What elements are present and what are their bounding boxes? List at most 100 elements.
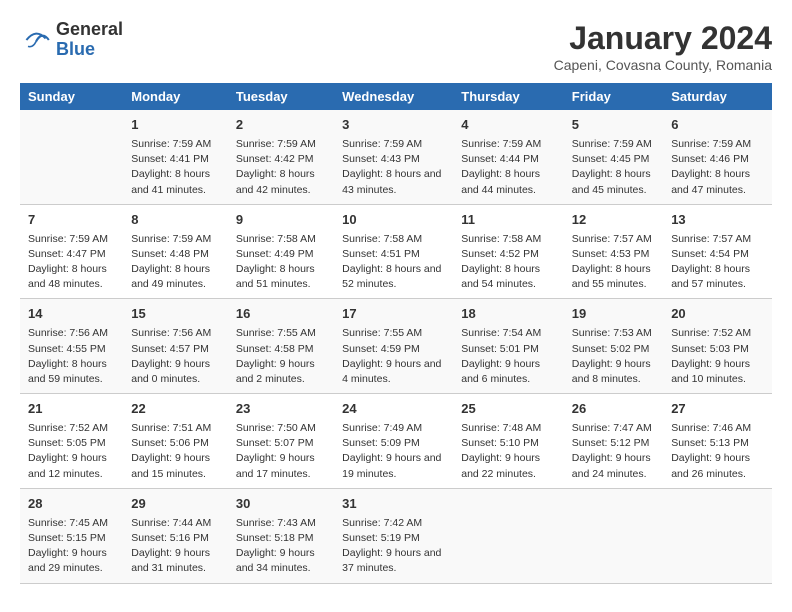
day-sunrise: Sunrise: 7:50 AM	[236, 421, 326, 436]
day-number: 4	[461, 116, 556, 135]
day-cell: 22 Sunrise: 7:51 AM Sunset: 5:06 PM Dayl…	[123, 394, 228, 489]
day-sunset: Sunset: 4:45 PM	[572, 152, 655, 167]
day-number: 5	[572, 116, 655, 135]
day-number: 2	[236, 116, 326, 135]
logo-general: General	[56, 20, 123, 40]
day-sunrise: Sunrise: 7:59 AM	[572, 137, 655, 152]
day-sunrise: Sunrise: 7:59 AM	[671, 137, 764, 152]
day-sunset: Sunset: 5:18 PM	[236, 531, 326, 546]
logo: General Blue	[20, 20, 123, 60]
day-cell	[663, 488, 772, 583]
day-daylight: Daylight: 9 hours and 37 minutes.	[342, 546, 445, 576]
day-sunset: Sunset: 4:52 PM	[461, 247, 556, 262]
col-header-sunday: Sunday	[20, 83, 123, 110]
day-number: 16	[236, 305, 326, 324]
day-cell: 11 Sunrise: 7:58 AM Sunset: 4:52 PM Dayl…	[453, 204, 564, 299]
day-cell: 14 Sunrise: 7:56 AM Sunset: 4:55 PM Dayl…	[20, 299, 123, 394]
day-sunset: Sunset: 4:41 PM	[131, 152, 220, 167]
day-sunset: Sunset: 4:51 PM	[342, 247, 445, 262]
day-daylight: Daylight: 8 hours and 45 minutes.	[572, 167, 655, 197]
day-cell: 26 Sunrise: 7:47 AM Sunset: 5:12 PM Dayl…	[564, 394, 663, 489]
day-number: 19	[572, 305, 655, 324]
day-daylight: Daylight: 9 hours and 10 minutes.	[671, 357, 764, 387]
day-daylight: Daylight: 8 hours and 49 minutes.	[131, 262, 220, 292]
day-daylight: Daylight: 8 hours and 57 minutes.	[671, 262, 764, 292]
day-cell: 8 Sunrise: 7:59 AM Sunset: 4:48 PM Dayli…	[123, 204, 228, 299]
day-number: 3	[342, 116, 445, 135]
day-cell: 1 Sunrise: 7:59 AM Sunset: 4:41 PM Dayli…	[123, 110, 228, 204]
day-sunset: Sunset: 4:58 PM	[236, 342, 326, 357]
day-daylight: Daylight: 8 hours and 41 minutes.	[131, 167, 220, 197]
day-sunset: Sunset: 4:43 PM	[342, 152, 445, 167]
day-cell: 20 Sunrise: 7:52 AM Sunset: 5:03 PM Dayl…	[663, 299, 772, 394]
day-cell: 25 Sunrise: 7:48 AM Sunset: 5:10 PM Dayl…	[453, 394, 564, 489]
day-sunrise: Sunrise: 7:54 AM	[461, 326, 556, 341]
day-sunrise: Sunrise: 7:51 AM	[131, 421, 220, 436]
col-header-monday: Monday	[123, 83, 228, 110]
day-sunset: Sunset: 5:10 PM	[461, 436, 556, 451]
day-cell	[564, 488, 663, 583]
day-cell: 23 Sunrise: 7:50 AM Sunset: 5:07 PM Dayl…	[228, 394, 334, 489]
day-number: 17	[342, 305, 445, 324]
day-sunrise: Sunrise: 7:59 AM	[236, 137, 326, 152]
day-sunset: Sunset: 5:16 PM	[131, 531, 220, 546]
day-daylight: Daylight: 8 hours and 43 minutes.	[342, 167, 445, 197]
day-sunrise: Sunrise: 7:52 AM	[671, 326, 764, 341]
day-daylight: Daylight: 8 hours and 47 minutes.	[671, 167, 764, 197]
day-daylight: Daylight: 8 hours and 51 minutes.	[236, 262, 326, 292]
day-daylight: Daylight: 9 hours and 24 minutes.	[572, 451, 655, 481]
day-sunset: Sunset: 4:55 PM	[28, 342, 115, 357]
day-daylight: Daylight: 8 hours and 48 minutes.	[28, 262, 115, 292]
week-row-5: 28 Sunrise: 7:45 AM Sunset: 5:15 PM Dayl…	[20, 488, 772, 583]
day-sunrise: Sunrise: 7:58 AM	[342, 232, 445, 247]
day-cell: 7 Sunrise: 7:59 AM Sunset: 4:47 PM Dayli…	[20, 204, 123, 299]
day-cell: 9 Sunrise: 7:58 AM Sunset: 4:49 PM Dayli…	[228, 204, 334, 299]
day-cell: 4 Sunrise: 7:59 AM Sunset: 4:44 PM Dayli…	[453, 110, 564, 204]
day-daylight: Daylight: 9 hours and 22 minutes.	[461, 451, 556, 481]
day-sunset: Sunset: 4:49 PM	[236, 247, 326, 262]
day-daylight: Daylight: 8 hours and 59 minutes.	[28, 357, 115, 387]
day-number: 26	[572, 400, 655, 419]
day-number: 23	[236, 400, 326, 419]
day-number: 11	[461, 211, 556, 230]
day-sunset: Sunset: 5:01 PM	[461, 342, 556, 357]
day-daylight: Daylight: 9 hours and 2 minutes.	[236, 357, 326, 387]
day-sunset: Sunset: 4:47 PM	[28, 247, 115, 262]
day-daylight: Daylight: 9 hours and 31 minutes.	[131, 546, 220, 576]
calendar-header-row: SundayMondayTuesdayWednesdayThursdayFrid…	[20, 83, 772, 110]
day-sunrise: Sunrise: 7:56 AM	[28, 326, 115, 341]
day-sunrise: Sunrise: 7:57 AM	[671, 232, 764, 247]
logo-text: General Blue	[56, 20, 123, 60]
day-daylight: Daylight: 8 hours and 42 minutes.	[236, 167, 326, 197]
day-number: 12	[572, 211, 655, 230]
logo-blue: Blue	[56, 40, 123, 60]
week-row-3: 14 Sunrise: 7:56 AM Sunset: 4:55 PM Dayl…	[20, 299, 772, 394]
day-number: 10	[342, 211, 445, 230]
day-daylight: Daylight: 8 hours and 54 minutes.	[461, 262, 556, 292]
day-number: 14	[28, 305, 115, 324]
day-daylight: Daylight: 8 hours and 55 minutes.	[572, 262, 655, 292]
day-cell: 28 Sunrise: 7:45 AM Sunset: 5:15 PM Dayl…	[20, 488, 123, 583]
day-cell: 3 Sunrise: 7:59 AM Sunset: 4:43 PM Dayli…	[334, 110, 453, 204]
day-sunset: Sunset: 5:13 PM	[671, 436, 764, 451]
day-sunset: Sunset: 4:57 PM	[131, 342, 220, 357]
day-number: 18	[461, 305, 556, 324]
day-sunrise: Sunrise: 7:59 AM	[131, 137, 220, 152]
day-cell: 16 Sunrise: 7:55 AM Sunset: 4:58 PM Dayl…	[228, 299, 334, 394]
day-cell: 2 Sunrise: 7:59 AM Sunset: 4:42 PM Dayli…	[228, 110, 334, 204]
day-number: 27	[671, 400, 764, 419]
day-sunset: Sunset: 4:53 PM	[572, 247, 655, 262]
day-sunrise: Sunrise: 7:46 AM	[671, 421, 764, 436]
day-number: 20	[671, 305, 764, 324]
day-daylight: Daylight: 9 hours and 6 minutes.	[461, 357, 556, 387]
day-cell	[20, 110, 123, 204]
day-cell: 15 Sunrise: 7:56 AM Sunset: 4:57 PM Dayl…	[123, 299, 228, 394]
day-daylight: Daylight: 9 hours and 26 minutes.	[671, 451, 764, 481]
day-cell: 12 Sunrise: 7:57 AM Sunset: 4:53 PM Dayl…	[564, 204, 663, 299]
day-sunrise: Sunrise: 7:55 AM	[236, 326, 326, 341]
day-sunset: Sunset: 4:48 PM	[131, 247, 220, 262]
day-daylight: Daylight: 9 hours and 8 minutes.	[572, 357, 655, 387]
day-number: 13	[671, 211, 764, 230]
col-header-wednesday: Wednesday	[334, 83, 453, 110]
day-sunrise: Sunrise: 7:44 AM	[131, 516, 220, 531]
